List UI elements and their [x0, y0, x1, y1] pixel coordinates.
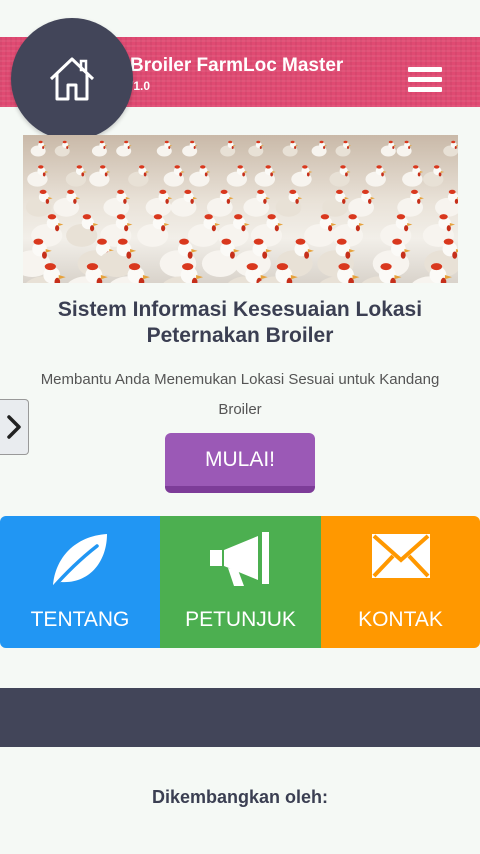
chicken-figure [254, 165, 276, 187]
envelope-icon [371, 534, 430, 578]
tile-tentang-label: TENTANG [30, 608, 130, 631]
tile-kontak-label: KONTAK [358, 608, 443, 631]
chicken-figure [182, 140, 198, 157]
chicken-figure [189, 165, 211, 187]
chicken-figure [187, 214, 221, 247]
chicken-figure [116, 140, 132, 157]
chicken-figure [275, 189, 303, 217]
app-title: Broiler FarmLoc Master [130, 55, 344, 76]
chicken-figure [423, 165, 445, 187]
chicken-figure [331, 214, 365, 247]
start-button[interactable]: MULAI! [165, 433, 315, 493]
chicken-figure [53, 189, 81, 217]
chicken-figure [335, 140, 351, 157]
chicken-figure [443, 140, 458, 157]
chicken-figure [304, 214, 337, 247]
menu-button[interactable] [408, 67, 442, 101]
chicken-figure [402, 165, 424, 187]
banner-image [23, 135, 458, 283]
chicken-figure [248, 140, 264, 157]
chicken-figure [137, 214, 170, 247]
tile-kontak[interactable]: KONTAK [321, 516, 480, 648]
chicken-figure [348, 189, 375, 217]
chicken-figure [163, 165, 185, 187]
chicken-figure [365, 165, 387, 187]
developer-label: Dikembangkan oleh: [151, 787, 329, 807]
chicken-figure [128, 165, 150, 187]
chicken-figure [322, 189, 349, 217]
tile-petunjuk-label: PETUNJUK [185, 608, 296, 631]
chicken-figure [220, 140, 236, 157]
hamburger-menu-icon [408, 67, 442, 72]
leaf-icon [49, 534, 107, 592]
chicken-figure [145, 189, 173, 217]
page-subtext: Membantu Anda Menemukan Lokasi Sesuai un… [40, 371, 440, 418]
chicken-figure [66, 214, 99, 247]
chicken-figure [291, 165, 313, 187]
chicken-figure [243, 189, 271, 217]
chicken-figure [54, 140, 71, 157]
chicken-figure [311, 140, 328, 157]
tile-petunjuk[interactable]: PETUNJUK [160, 516, 321, 648]
chicken-figure [397, 189, 424, 217]
next-slide-button[interactable] [0, 399, 29, 455]
chicken-figure [435, 189, 458, 217]
chicken-figure [103, 189, 131, 217]
chicken-figure [329, 165, 351, 187]
home-icon [49, 57, 95, 101]
footer-bar [0, 688, 480, 747]
chicken-figure [27, 165, 49, 187]
chicken-figure [396, 140, 413, 157]
home-button[interactable] [11, 18, 133, 140]
chicken-figure [226, 165, 248, 187]
chicken-figure [65, 165, 87, 187]
chicken-figure [206, 189, 234, 217]
chicken-figure [25, 189, 53, 217]
page-headline: Sistem Informasi Kesesuaian Lokasi Peter… [57, 298, 423, 347]
chicken-figure [380, 140, 397, 157]
app-version: /1.0 [130, 79, 151, 93]
chicken-figure [282, 140, 299, 157]
tile-tentang[interactable]: TENTANG [0, 516, 160, 648]
chicken-figure [156, 140, 173, 157]
chicken-figure [170, 189, 198, 217]
chevron-right-icon [7, 415, 21, 439]
megaphone-icon [209, 532, 269, 586]
chicken-figure [91, 140, 108, 157]
chicken-figure [89, 165, 111, 187]
chicken-figure [30, 140, 47, 157]
